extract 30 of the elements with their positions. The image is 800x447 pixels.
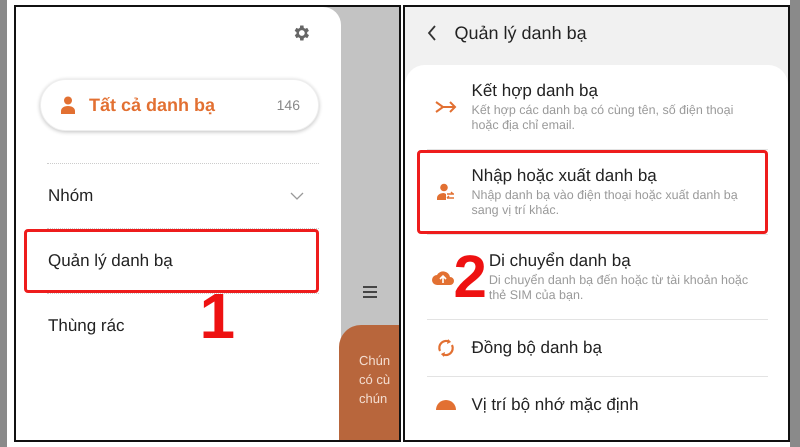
step-number: 2 (454, 247, 487, 307)
row-description: Di chuyển danh bạ đến hoặc từ tài khoản hoặc thẻ SIM của bạn. (488, 273, 750, 303)
all-contacts-button[interactable]: Tất cả danh bạ 146 (40, 79, 319, 131)
cloud-upload-icon (432, 269, 454, 285)
row-title: Vị trí bộ nhớ mặc định (472, 395, 639, 415)
back-icon[interactable] (426, 25, 436, 41)
contact-count: 146 (276, 97, 300, 113)
row-title: Kết hợp danh bạ (472, 81, 599, 101)
banner-text: Chún (359, 352, 392, 370)
person-arrows-icon (436, 183, 454, 201)
row-title: Nhập hoặc xuất danh bạ (472, 166, 658, 186)
settings-row[interactable]: Kết hợp danh bạ Kết hợp các danh bạ có cùng tên, số điện thoại hoặc địa chỉ email. (416, 65, 768, 149)
person-icon (61, 96, 75, 114)
menu-icon[interactable] (362, 285, 378, 299)
menu-item[interactable]: Thùng rác (24, 294, 140, 358)
settings-row[interactable]: Nhập hoặc xuất danh bạ Nhập danh bạ vào điện thoại hoặc xuất danh bạ sang vị trí khác. (416, 150, 768, 234)
settings-row[interactable]: Đồng bộ danh bạ (416, 320, 768, 376)
merge-arrow-icon (434, 101, 456, 113)
screen-title: Quản lý danh bạ (454, 22, 587, 44)
menu-item[interactable]: Quản lý danh bạ (24, 229, 319, 293)
sync-icon (436, 338, 456, 358)
chevron-down-icon (290, 192, 304, 200)
row-title: Di chuyển danh bạ (488, 251, 632, 271)
row-description: Kết hợp các danh bạ có cùng tên, số điện thoại hoặc địa chỉ email. (472, 103, 734, 133)
banner-text: chún (359, 390, 388, 408)
settings-row[interactable]: Vị trí bộ nhớ mặc định (416, 377, 768, 433)
menu-item[interactable]: Nhóm (24, 164, 319, 228)
row-description: Nhập danh bạ vào điện thoại hoặc xuất danh bạ sang vị trí khác. (472, 188, 739, 218)
row-title: Đồng bộ danh bạ (472, 338, 602, 358)
banner-text: có cù (359, 371, 392, 389)
